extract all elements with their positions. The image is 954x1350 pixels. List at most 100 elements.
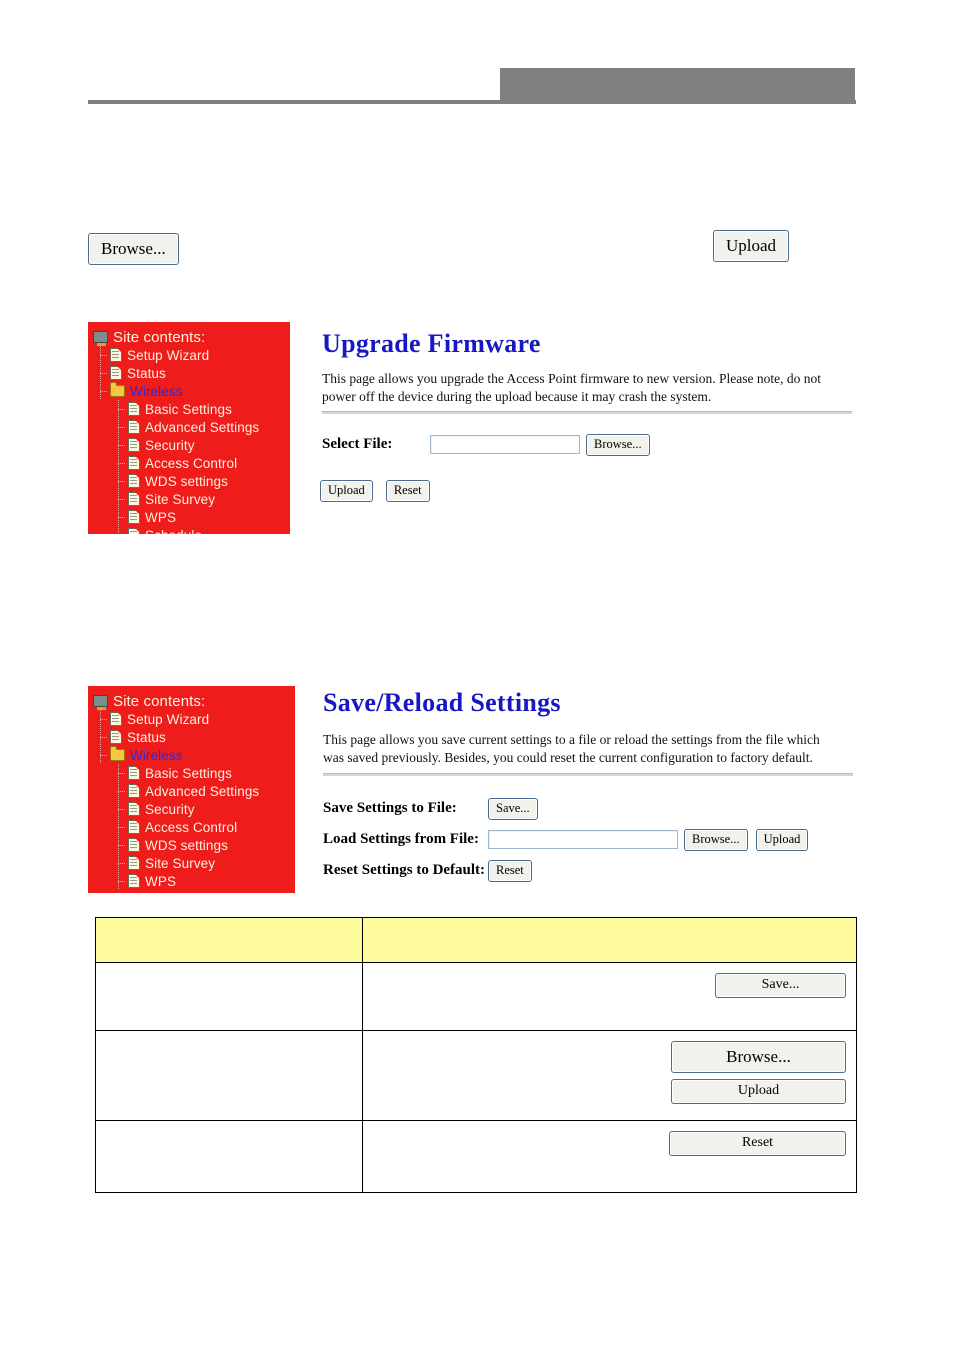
- tree-connector: [100, 391, 108, 392]
- sidebar-item-label: Status: [127, 729, 166, 745]
- sidebar-item-wps[interactable]: WPS: [88, 508, 290, 526]
- save-button[interactable]: Save...: [488, 798, 538, 820]
- upgrade-firmware-screenshot: Site contents: Setup Wizard Status Wireles…: [88, 322, 858, 534]
- page-title: Save/Reload Settings: [323, 688, 561, 717]
- sidebar-item-label: Basic Settings: [145, 765, 232, 781]
- page-header: [0, 0, 954, 120]
- tree-guide-line: [100, 382, 101, 400]
- tree-guide-line: [100, 746, 101, 764]
- sidebar-item-setup-wizard[interactable]: Setup Wizard: [88, 346, 290, 364]
- sidebar-item-label: Site Survey: [145, 491, 216, 507]
- load-settings-label: Load Settings from File:: [323, 831, 479, 848]
- tree-guide-line: [118, 418, 119, 436]
- sidebar-item-label: Status: [127, 365, 166, 381]
- tree-connector: [118, 827, 126, 828]
- page-icon: [110, 712, 122, 726]
- site-contents-tree: Site contents: Setup Wizard Status Wireles…: [88, 686, 295, 890]
- sidebar-item-label: Schedule: [145, 528, 202, 535]
- tree-guide-line: [118, 800, 119, 818]
- load-settings-input[interactable]: [488, 830, 678, 850]
- content-divider: [322, 411, 852, 414]
- tree-connector: [118, 481, 126, 482]
- tree-connector: [100, 737, 108, 738]
- sidebar-item-basic-settings[interactable]: Basic Settings: [88, 764, 295, 782]
- sidebar-item-advanced-settings[interactable]: Advanced Settings: [88, 418, 290, 436]
- page-icon: [128, 474, 140, 488]
- tree-root-row: Site contents:: [88, 692, 295, 710]
- page-icon: [128, 438, 140, 452]
- browse-button[interactable]: Browse...: [671, 1041, 846, 1073]
- tree-connector: [118, 809, 126, 810]
- save-button[interactable]: Save...: [715, 973, 846, 998]
- table-cell-term: [95, 1030, 363, 1121]
- monitor-icon: [93, 331, 108, 346]
- table-row: Browse... Upload: [95, 1030, 857, 1121]
- sidebar-item-security[interactable]: Security: [88, 800, 295, 818]
- browse-button[interactable]: Browse...: [586, 434, 650, 456]
- browse-button[interactable]: Browse...: [684, 829, 748, 851]
- page-description: This page allows you upgrade the Access …: [322, 371, 822, 405]
- sidebar-item-status[interactable]: Status: [88, 364, 290, 382]
- sidebar-item-wireless[interactable]: Wireless: [88, 746, 295, 764]
- browse-button[interactable]: Browse...: [88, 233, 179, 265]
- site-contents-tree-panel-2: Site contents: Setup Wizard Status Wireles…: [88, 686, 295, 893]
- reset-button[interactable]: Reset: [385, 480, 430, 502]
- page-title: Upgrade Firmware: [322, 329, 541, 358]
- reset-settings-label: Reset Settings to Default:: [323, 862, 486, 879]
- page-icon: [110, 366, 122, 380]
- sidebar-item-site-survey[interactable]: Site Survey: [88, 854, 295, 872]
- page-icon: [128, 820, 140, 834]
- page-icon: [128, 766, 140, 780]
- tree-guide-line: [118, 854, 119, 872]
- sidebar-item-setup-wizard[interactable]: Setup Wizard: [88, 710, 295, 728]
- tree-connector: [118, 881, 126, 882]
- tree-connector: [100, 373, 108, 374]
- sidebar-item-schedule[interactable]: Schedule: [88, 526, 290, 534]
- page-description: This page allows you save current settin…: [323, 732, 820, 766]
- sidebar-item-wireless[interactable]: Wireless: [88, 382, 290, 400]
- tree-guide-line: [118, 472, 119, 490]
- page-icon: [128, 838, 140, 852]
- table-cell-term: [95, 1120, 363, 1193]
- header-divider-rule: [88, 100, 856, 104]
- sidebar-item-wds-settings[interactable]: WDS settings: [88, 836, 295, 854]
- upload-button[interactable]: Upload: [671, 1079, 846, 1104]
- tree-guide-line: [118, 526, 119, 534]
- sidebar-item-basic-settings[interactable]: Basic Settings: [88, 400, 290, 418]
- sidebar-item-wps[interactable]: WPS: [88, 872, 295, 890]
- tree-connector: [118, 463, 126, 464]
- top-button-row: Browse... Upload: [0, 225, 954, 275]
- select-file-label: Select File:: [322, 436, 393, 453]
- folder-icon: [110, 382, 125, 397]
- tree-items: Setup Wizard Status Wireless Basic Settings…: [88, 710, 295, 890]
- sidebar-item-access-control[interactable]: Access Control: [88, 454, 290, 472]
- page-icon: [110, 730, 122, 744]
- page-icon: [128, 420, 140, 434]
- sidebar-item-site-survey[interactable]: Site Survey: [88, 490, 290, 508]
- table-cell-desc: Reset: [362, 1120, 857, 1193]
- tree-root-label: Site contents:: [113, 328, 206, 346]
- reset-button[interactable]: Reset: [488, 860, 532, 882]
- tree-guide-line: [118, 782, 119, 800]
- reset-button[interactable]: Reset: [669, 1131, 846, 1156]
- table-row: Save...: [95, 962, 857, 1031]
- tree-guide-line: [118, 436, 119, 454]
- sidebar-item-label: WPS: [145, 509, 177, 525]
- upload-button[interactable]: Upload: [320, 480, 373, 502]
- sidebar-item-access-control[interactable]: Access Control: [88, 818, 295, 836]
- sidebar-item-wds-settings[interactable]: WDS settings: [88, 472, 290, 490]
- page-icon: [128, 784, 140, 798]
- site-contents-tree-panel-1: Site contents: Setup Wizard Status Wireles…: [88, 322, 290, 534]
- page-icon: [128, 402, 140, 416]
- upload-button[interactable]: Upload: [755, 829, 809, 851]
- page-icon: [128, 856, 140, 870]
- sidebar-item-advanced-settings[interactable]: Advanced Settings: [88, 782, 295, 800]
- sidebar-item-security[interactable]: Security: [88, 436, 290, 454]
- sidebar-item-status[interactable]: Status: [88, 728, 295, 746]
- upload-button[interactable]: Upload: [713, 230, 790, 262]
- select-file-input[interactable]: [430, 435, 580, 455]
- tree-guide-line: [118, 836, 119, 854]
- tree-connector: [118, 845, 126, 846]
- page-icon: [128, 528, 140, 534]
- sidebar-item-label: WDS settings: [145, 837, 228, 853]
